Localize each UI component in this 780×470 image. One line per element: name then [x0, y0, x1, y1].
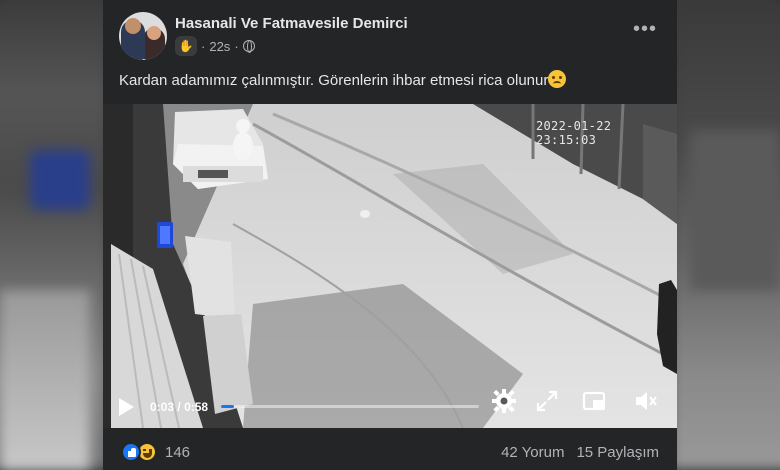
comment-count[interactable]: 42 Yorum [501, 444, 564, 461]
reaction-summary[interactable]: 146 [121, 442, 190, 462]
author-name[interactable]: Hasanali Ve Fatmavesile Demirci [175, 15, 408, 32]
video-controls: 0:03 / 0:58 [103, 388, 677, 428]
video-player[interactable]: 2022-01-22 23:15:03 0:03 / 0:58 [103, 104, 677, 428]
blur-shape [0, 290, 90, 470]
post-text-content: Kardan adamımız çalınmıştır. Görenlerin … [119, 72, 549, 89]
like-reaction-icon [121, 442, 141, 462]
avatar[interactable] [119, 12, 167, 60]
picture-in-picture-icon[interactable] [581, 388, 607, 414]
meta-dot: · [201, 38, 206, 54]
sad-emoji-icon [548, 70, 567, 88]
progress-fill [221, 405, 234, 408]
progress-bar[interactable] [221, 405, 479, 408]
blur-shape [690, 130, 780, 290]
post-footer: 146 42 Yorum 15 Paylaşım [103, 428, 677, 470]
mute-icon[interactable] [632, 388, 658, 414]
time-separator: / [177, 400, 181, 414]
reaction-count: 146 [165, 443, 191, 461]
post-meta: ✋ · 22s · [175, 36, 255, 56]
wave-icon[interactable]: ✋ [175, 36, 197, 56]
settings-icon[interactable] [491, 388, 517, 414]
share-count[interactable]: 15 Paylaşım [576, 444, 659, 461]
play-icon[interactable] [119, 398, 134, 416]
meta-dot: · [234, 38, 239, 54]
more-options-icon[interactable]: ••• [633, 19, 657, 39]
avatar-face [147, 26, 161, 40]
current-time: 0:03 [150, 400, 175, 414]
post-header: Hasanali Ve Fatmavesile Demirci ✋ · 22s … [103, 0, 677, 62]
fullscreen-icon[interactable] [534, 388, 560, 414]
post-text: Kardan adamımız çalınmıştır. Görenlerin … [119, 70, 664, 89]
post-stats: 42 Yorum 15 Paylaşım [501, 444, 659, 461]
post-card: Hasanali Ve Fatmavesile Demirci ✋ · 22s … [103, 0, 677, 470]
security-camera-frame [103, 104, 677, 428]
avatar-face [125, 18, 141, 34]
blur-shape [30, 150, 90, 210]
post-time[interactable]: 22s [209, 39, 230, 54]
camera-timestamp: 2022-01-22 23:15:03 [536, 119, 612, 147]
globe-icon [242, 40, 255, 53]
duration: 0:58 [184, 400, 209, 414]
video-time: 0:03 / 0:58 [150, 400, 208, 414]
